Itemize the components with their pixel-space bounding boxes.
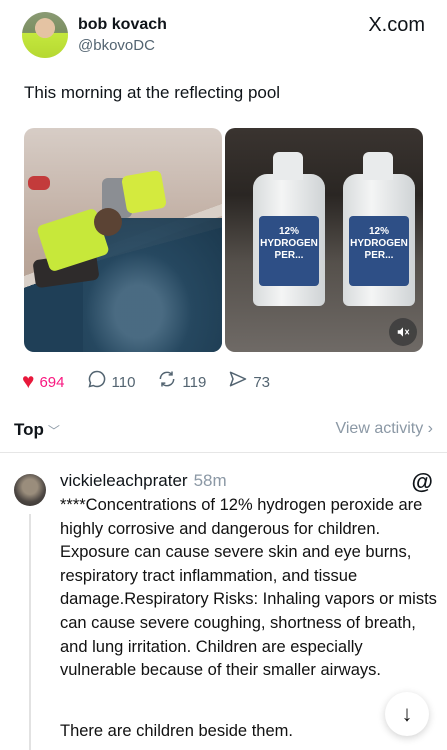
media-photo-pool-workers[interactable] — [24, 128, 222, 352]
reply-icon — [87, 369, 107, 395]
reply-author[interactable]: vickieleachprater 58m — [60, 471, 227, 491]
share-button[interactable]: 73 — [228, 369, 270, 395]
reply-username[interactable]: vickieleachprater — [60, 471, 188, 490]
sort-dropdown[interactable]: Top ﹀ — [14, 420, 60, 440]
mute-icon[interactable] — [389, 318, 417, 346]
worker-figure — [121, 169, 167, 215]
chevron-down-icon: ﹀ — [47, 424, 60, 438]
media-video-jugs[interactable]: 12% HYDROGEN PER... 12% HYDROGEN PER... — [225, 128, 423, 352]
repost-icon — [157, 369, 177, 395]
x-logo: X.com — [368, 14, 425, 37]
post-text: This morning at the reflecting pool — [24, 83, 281, 102]
post-metrics: ♥ 694 110 119 73 — [22, 369, 292, 395]
peroxide-jug: 12% HYDROGEN PER... — [253, 152, 325, 306]
reply-avatar[interactable] — [14, 474, 46, 506]
view-activity-label: View activity — [335, 420, 424, 437]
jug-label: 12% HYDROGEN PER... — [349, 216, 409, 286]
embedded-post[interactable]: bob kovach @bkovoDC X.com This morning a… — [10, 6, 437, 406]
jug-label: 12% HYDROGEN PER... — [259, 216, 319, 286]
reply-text: ****Concentrations of 12% hydrogen perox… — [60, 496, 437, 680]
chevron-right-icon: › — [427, 420, 433, 437]
author-display-name[interactable]: bob kovach — [78, 16, 167, 34]
repost-button[interactable]: 119 — [157, 369, 206, 395]
threads-icon: @ — [411, 469, 433, 494]
like-button[interactable]: ♥ 694 — [22, 370, 65, 394]
share-icon — [228, 369, 248, 395]
divider — [0, 452, 447, 453]
author-handle[interactable]: @bkovoDC — [78, 37, 155, 54]
sort-label: Top — [14, 420, 44, 439]
worker-head — [94, 208, 122, 236]
arrow-down-icon: ↓ — [401, 701, 413, 726]
author-avatar[interactable] — [22, 12, 68, 58]
reply-timestamp: 58m — [193, 471, 227, 490]
reply-count: 110 — [111, 373, 136, 391]
source-label: X.com — [368, 14, 425, 36]
scroll-down-button[interactable]: ↓ — [385, 692, 429, 736]
reply-text-second: There are children beside them. — [60, 722, 293, 740]
view-activity-link[interactable]: View activity › — [335, 420, 433, 438]
like-count: 694 — [39, 373, 65, 391]
repost-count: 119 — [182, 373, 207, 391]
thread-line — [29, 514, 31, 750]
bag-shape — [28, 176, 50, 190]
share-count: 73 — [253, 373, 271, 391]
reply-button[interactable]: 110 — [87, 369, 136, 395]
replies-sort-row: Top ﹀ View activity › — [0, 410, 447, 450]
heart-icon: ♥ — [22, 370, 35, 393]
peroxide-jug: 12% HYDROGEN PER... — [343, 152, 415, 306]
